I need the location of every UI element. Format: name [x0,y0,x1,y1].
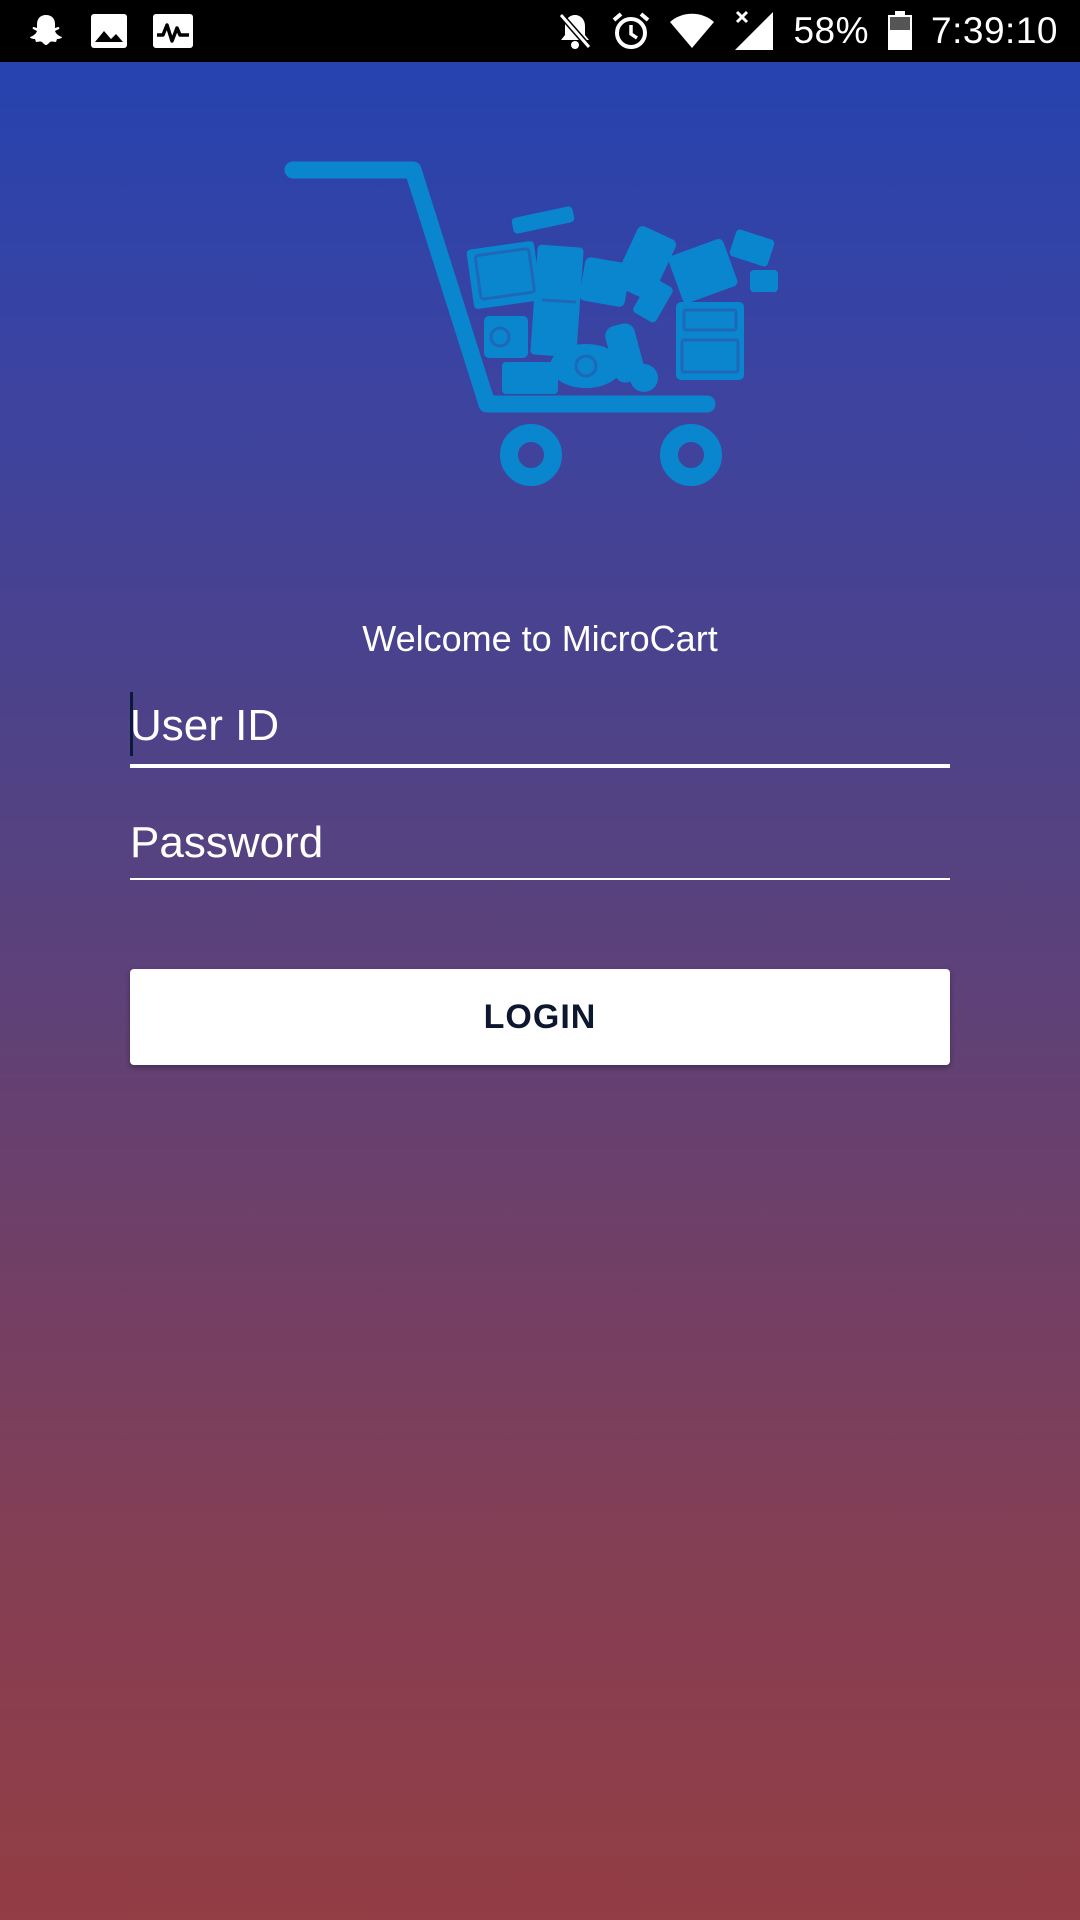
activity-icon [153,14,193,48]
status-bar-left [26,10,194,52]
battery-percent: 58% [793,10,870,51]
shopping-cart-logo-icon [284,161,778,486]
login-button[interactable]: LOGIN [130,969,950,1065]
text-cursor [130,692,133,756]
user-id-field[interactable] [130,688,950,768]
microcart-logo [280,150,800,500]
battery-icon [888,11,913,50]
notifications-off-icon [559,13,592,49]
user-id-input[interactable] [130,688,950,764]
login-screen: 58% 7:39:10 Welcome to MicroCart User ID… [0,0,1080,1920]
password-field[interactable] [130,808,950,880]
welcome-text: Welcome to MicroCart [362,618,718,659]
status-bar-right: 58% 7:39:10 [557,6,1058,56]
snapchat-icon [30,15,62,45]
password-input[interactable] [130,808,950,878]
status-time: 7:39:10 [931,10,1058,51]
wifi-icon [670,13,715,48]
status-bar: 58% 7:39:10 [0,0,1080,62]
signal-icon [735,10,774,50]
gallery-icon [91,14,127,48]
alarm-icon [613,12,650,49]
